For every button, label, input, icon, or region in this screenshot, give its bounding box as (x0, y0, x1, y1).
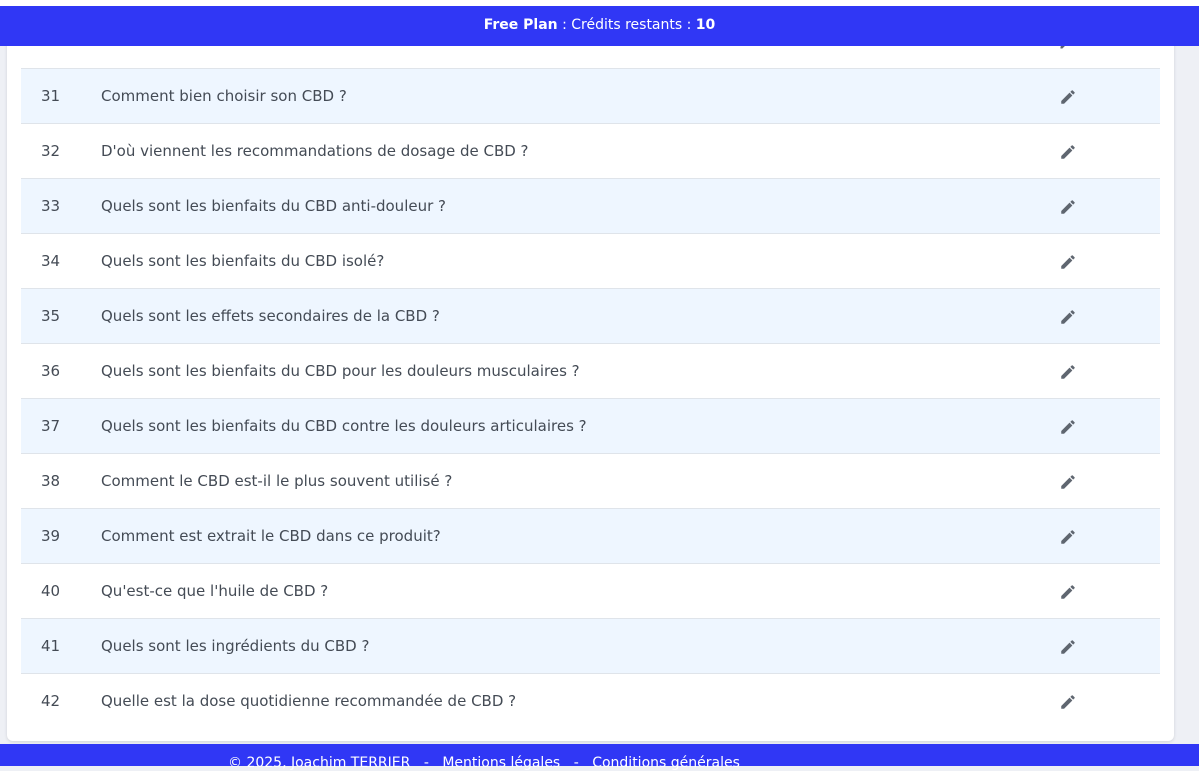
table-row: 40 Qu'est-ce que l'huile de CBD ? (21, 563, 1160, 618)
pencil-icon[interactable] (1059, 693, 1077, 711)
table-row: 31 Comment bien choisir son CBD ? (21, 68, 1160, 123)
pencil-icon[interactable] (1059, 88, 1077, 106)
row-number: 40 (41, 582, 61, 600)
row-number: 38 (41, 472, 61, 490)
plan-banner: Free Plan : Crédits restants : 10 (0, 6, 1199, 46)
table-row: 39 Comment est extrait le CBD dans ce pro… (21, 508, 1160, 563)
table-row: 41 Quels sont les ingrédients du CBD ? (21, 618, 1160, 673)
pencil-icon[interactable] (1059, 198, 1077, 216)
question-text: D'où viennent les recommandations de dos… (101, 142, 529, 160)
row-number: 39 (41, 527, 61, 545)
row-number: 41 (41, 637, 61, 655)
question-text: Comment bien choisir son CBD ? (101, 87, 347, 105)
row-number: 32 (41, 142, 61, 160)
credits-value: 10 (695, 17, 716, 33)
question-text: Quels sont les bienfaits du CBD isolé? (101, 252, 385, 270)
footer-separator: - (573, 755, 579, 771)
table-row: 33 Quels sont les bienfaits du CBD anti-d… (21, 178, 1160, 233)
pencil-icon[interactable] (1059, 308, 1077, 326)
question-text: Quels sont les effets secondaires de la … (101, 307, 440, 325)
row-number: 36 (41, 362, 61, 380)
row-number: 34 (41, 252, 61, 270)
pencil-icon[interactable] (1059, 528, 1077, 546)
pencil-icon[interactable] (1059, 253, 1077, 271)
copyright-text: © 2025, Joachim TERRIER (228, 755, 411, 771)
table-row: 38 Comment le CBD est-il le plus souvent … (21, 453, 1160, 508)
question-text: Comment est extrait le CBD dans ce produ… (101, 527, 441, 545)
question-text: Quelle est la dose quotidienne recommand… (101, 692, 517, 710)
pencil-icon[interactable] (1059, 638, 1077, 656)
pencil-icon[interactable] (1059, 583, 1077, 601)
questions-table: 31 Comment bien choisir son CBD ? 32 D'où v… (21, 68, 1160, 728)
row-number: 37 (41, 417, 61, 435)
question-text: Quels sont les bienfaits du CBD contre l… (101, 417, 587, 435)
footer: © 2025, Joachim TERRIER - Mentions légal… (0, 744, 1199, 771)
credits-label: : Crédits restants : (557, 17, 696, 33)
row-number: 42 (41, 692, 61, 710)
footer-separator: - (423, 755, 429, 771)
question-text: Comment le CBD est-il le plus souvent ut… (101, 472, 453, 490)
table-row: 32 D'où viennent les recommandations de d… (21, 123, 1160, 178)
row-number: 35 (41, 307, 61, 325)
pencil-icon[interactable] (1059, 418, 1077, 436)
table-row: 35 Quels sont les effets secondaires de l… (21, 288, 1160, 343)
pencil-icon[interactable] (1059, 363, 1077, 381)
terms-link[interactable]: Conditions générales (592, 755, 740, 771)
pencil-icon[interactable] (1059, 473, 1077, 491)
row-number: 33 (41, 197, 61, 215)
legal-notice-link[interactable]: Mentions légales (442, 755, 560, 771)
pencil-icon[interactable] (1059, 46, 1071, 50)
table-row: 37 Quels sont les bienfaits du CBD contre… (21, 398, 1160, 453)
question-text: Quels sont les ingrédients du CBD ? (101, 637, 370, 655)
question-text: Quels sont les bienfaits du CBD pour les… (101, 362, 580, 380)
question-text: Qu'est-ce que l'huile de CBD ? (101, 582, 329, 600)
question-text: Quels sont les bienfaits du CBD anti-dou… (101, 197, 446, 215)
table-row: 36 Quels sont les bienfaits du CBD pour l… (21, 343, 1160, 398)
plan-label: Free Plan (483, 17, 558, 33)
row-number: 31 (41, 87, 61, 105)
table-row: 34 Quels sont les bienfaits du CBD isolé? (21, 233, 1160, 288)
pencil-icon[interactable] (1059, 143, 1077, 161)
table-row: 42 Quelle est la dose quotidienne recomma… (21, 673, 1160, 728)
